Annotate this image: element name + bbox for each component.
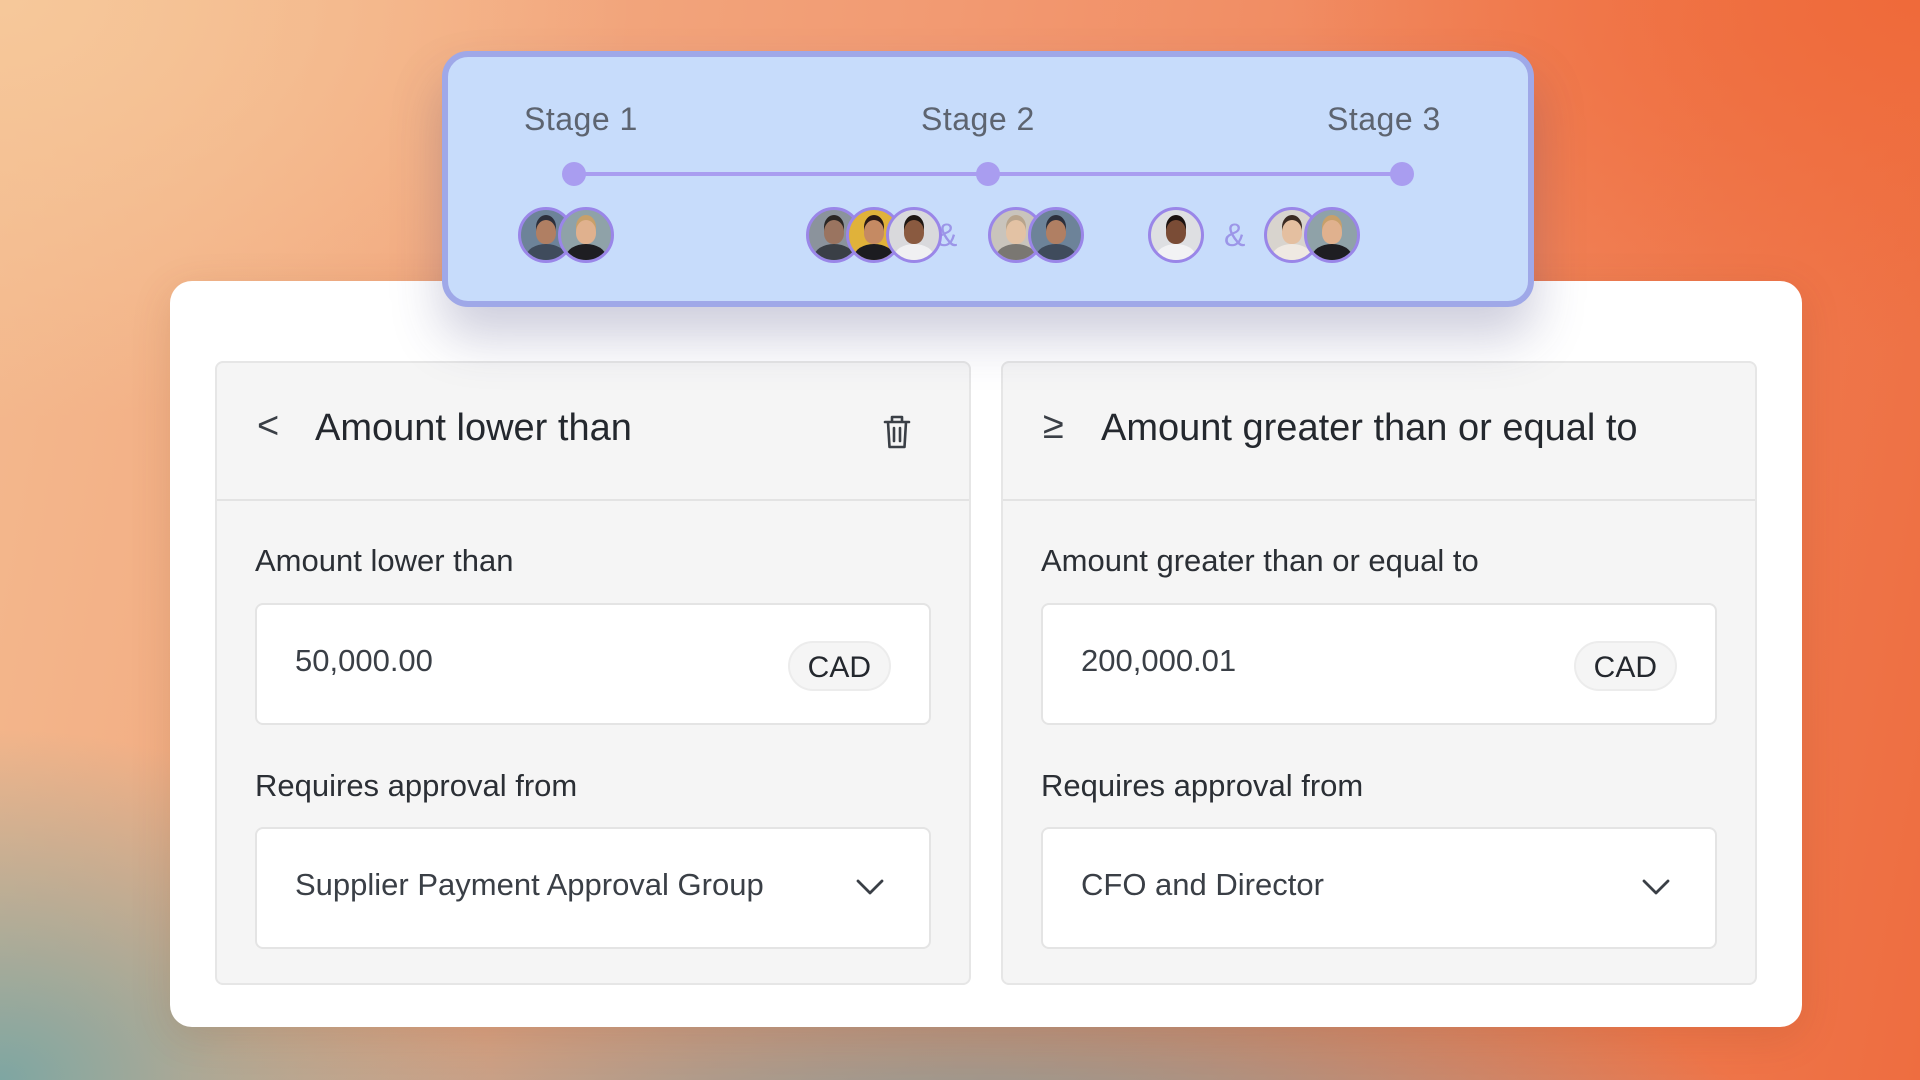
approval-label: Requires approval from <box>255 768 578 803</box>
rule-header: < Amount lower than <box>217 363 969 501</box>
and-separator: & <box>1224 217 1246 253</box>
amount-value: 200,000.01 <box>1081 643 1237 678</box>
rule-title: Amount greater than or equal to <box>1101 407 1638 449</box>
approver-select[interactable]: Supplier Payment Approval Group <box>255 827 931 949</box>
currency-badge[interactable]: CAD <box>1573 641 1677 691</box>
operator-symbol: ≥ <box>1043 405 1064 447</box>
chevron-down-icon[interactable] <box>1641 877 1671 897</box>
stage-1-marker[interactable] <box>562 162 586 186</box>
approver-value: CFO and Director <box>1081 867 1324 902</box>
avatar-man-cap-2[interactable] <box>1028 207 1084 263</box>
rule-header: ≥ Amount greater than or equal to <box>1003 363 1755 501</box>
approval-label: Requires approval from <box>1041 768 1364 803</box>
stage-2-label: Stage 2 <box>921 101 1035 137</box>
stage-2-marker[interactable] <box>976 162 1000 186</box>
stage-timeline-panel: Stage 1 Stage 2 Stage 3 & & <box>442 51 1534 307</box>
rule-title: Amount lower than <box>315 407 632 449</box>
stage-1-label: Stage 1 <box>524 101 638 137</box>
amount-input[interactable]: 200,000.01 CAD <box>1041 603 1717 725</box>
avatar-man-smiling[interactable] <box>886 207 942 263</box>
avatar-woman-blonde-2[interactable] <box>1304 207 1360 263</box>
operator-symbol: < <box>257 405 280 447</box>
rule-card-greater-or-equal: ≥ Amount greater than or equal to Amount… <box>1001 361 1757 985</box>
approver-select[interactable]: CFO and Director <box>1041 827 1717 949</box>
avatar-woman-blonde[interactable] <box>558 207 614 263</box>
stage-3-marker[interactable] <box>1390 162 1414 186</box>
amount-label: Amount greater than or equal to <box>1041 543 1479 578</box>
approver-value: Supplier Payment Approval Group <box>295 867 764 902</box>
amount-input[interactable]: 50,000.00 CAD <box>255 603 931 725</box>
amount-label: Amount lower than <box>255 543 514 578</box>
trash-icon[interactable] <box>881 413 913 451</box>
chevron-down-icon[interactable] <box>855 877 885 897</box>
amount-value: 50,000.00 <box>295 643 433 678</box>
avatar-man-portrait[interactable] <box>1148 207 1204 263</box>
rule-card-lower-than: < Amount lower than Amount lower than 50… <box>215 361 971 985</box>
stage-3-label: Stage 3 <box>1327 101 1441 137</box>
currency-badge[interactable]: CAD <box>787 641 891 691</box>
